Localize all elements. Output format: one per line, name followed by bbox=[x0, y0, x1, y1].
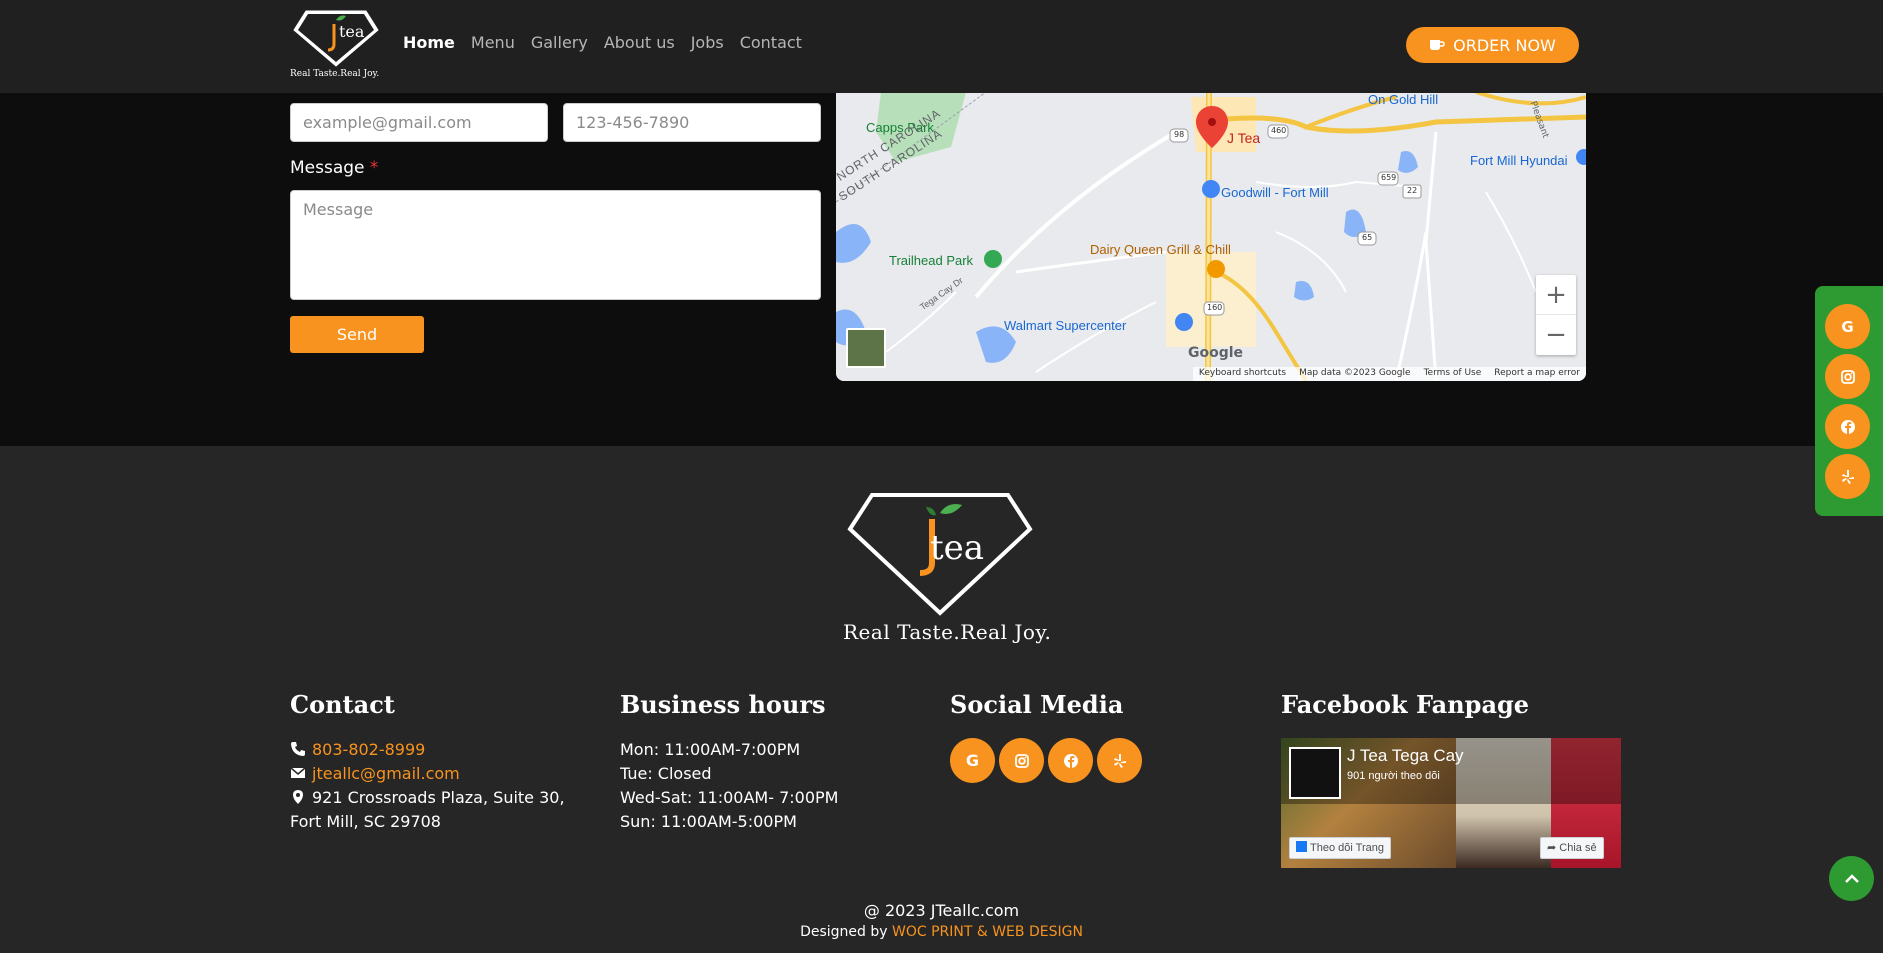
map-marker-icon bbox=[293, 790, 303, 804]
social-media-icons: G bbox=[950, 738, 1142, 783]
terms-link[interactable]: Terms of Use bbox=[1424, 368, 1482, 380]
facebook-fanpage-title: Facebook Fanpage bbox=[1281, 690, 1530, 719]
google-icon[interactable]: G bbox=[950, 738, 995, 783]
header-logo-tagline: Real Taste.Real Joy. bbox=[290, 69, 380, 79]
route-160: 160 bbox=[1207, 303, 1223, 312]
designer-link[interactable]: WOC PRINT & WEB DESIGN bbox=[892, 924, 1083, 940]
facebook-icon[interactable] bbox=[1825, 404, 1870, 449]
message-label: Message * bbox=[290, 158, 379, 178]
nav-about-us[interactable]: About us bbox=[604, 33, 675, 52]
email-field[interactable]: example@gmail.com bbox=[290, 103, 548, 142]
nav-gallery[interactable]: Gallery bbox=[531, 33, 588, 52]
designed-by: Designed by WOC PRINT & WEB DESIGN bbox=[800, 924, 1083, 940]
fb-follow-button[interactable]: Theo dõi Trang bbox=[1289, 837, 1391, 859]
contact-column: 803-802-8999 jteallc@gmail.com 921 Cross… bbox=[290, 738, 590, 834]
facebook-square-icon bbox=[1296, 841, 1307, 852]
send-button[interactable]: Send bbox=[290, 316, 424, 353]
hours-line: Tue: Closed bbox=[620, 764, 712, 783]
nav-contact[interactable]: Contact bbox=[740, 33, 802, 52]
fb-follower-count: 901 người theo dõi bbox=[1347, 770, 1440, 782]
route-22: 22 bbox=[1407, 186, 1418, 195]
route-659: 659 bbox=[1381, 173, 1397, 182]
map-canvas bbox=[836, 92, 1586, 381]
instagram-icon[interactable] bbox=[999, 738, 1044, 783]
footer-logo-tagline: Real Taste.Real Joy. bbox=[843, 620, 1052, 644]
map-label-jtea[interactable]: J Tea bbox=[1227, 130, 1260, 146]
instagram-icon[interactable] bbox=[1825, 354, 1870, 399]
fb-page-avatar[interactable] bbox=[1289, 747, 1341, 799]
fb-share-button[interactable]: ➦ Chia sẻ bbox=[1540, 837, 1604, 859]
route-65: 65 bbox=[1362, 233, 1373, 242]
keyboard-shortcuts-link[interactable]: Keyboard shortcuts bbox=[1199, 368, 1286, 380]
hours-line: Mon: 11:00AM-7:00PM bbox=[620, 740, 801, 759]
nav-home[interactable]: Home bbox=[403, 33, 455, 52]
business-hours-list: Mon: 11:00AM-7:00PM Tue: Closed Wed-Sat:… bbox=[620, 738, 930, 834]
order-now-button[interactable]: ORDER NOW bbox=[1406, 27, 1579, 63]
phone-field[interactable]: 123-456-7890 bbox=[563, 103, 821, 142]
chevron-up-icon bbox=[1844, 873, 1859, 883]
report-error-link[interactable]: Report a map error bbox=[1494, 368, 1580, 380]
contact-title: Contact bbox=[290, 690, 395, 719]
route-460: 460 bbox=[1271, 126, 1287, 135]
phone-icon bbox=[291, 742, 305, 756]
nav-menu[interactable]: Menu bbox=[471, 33, 515, 52]
business-hours-title: Business hours bbox=[620, 690, 826, 719]
nav-jobs[interactable]: Jobs bbox=[691, 33, 724, 52]
message-field[interactable]: Message bbox=[290, 190, 821, 300]
envelope-icon bbox=[290, 767, 306, 778]
contact-email-link[interactable]: jteallc@gmail.com bbox=[312, 764, 460, 783]
required-marker: * bbox=[369, 158, 379, 178]
map-footer: Keyboard shortcuts Map data ©2023 Google… bbox=[1192, 367, 1586, 381]
site-header: tea Real Taste.Real Joy. Home Menu Galle… bbox=[0, 0, 1883, 93]
footer-logo-text: tea bbox=[930, 528, 985, 568]
yelp-icon[interactable] bbox=[1097, 738, 1142, 783]
map-data-text: Map data ©2023 Google bbox=[1299, 368, 1411, 378]
route-98: 98 bbox=[1174, 130, 1185, 139]
contact-address: 921 Crossroads Plaza, Suite 30, Fort Mil… bbox=[290, 788, 565, 831]
main-nav: Home Menu Gallery About us Jobs Contact bbox=[403, 33, 802, 52]
hours-line: Sun: 11:00AM-5:00PM bbox=[620, 812, 797, 831]
facebook-page-widget[interactable]: J Tea Tega Cay 901 người theo dõi Theo d… bbox=[1281, 738, 1621, 868]
hours-line: Wed-Sat: 11:00AM- 7:00PM bbox=[620, 788, 839, 807]
fb-page-name[interactable]: J Tea Tega Cay bbox=[1347, 746, 1464, 766]
coffee-cup-icon bbox=[1430, 40, 1445, 50]
yelp-icon[interactable] bbox=[1825, 454, 1870, 499]
map-label-gold-hill: On Gold Hill bbox=[1368, 92, 1439, 107]
back-to-top-button[interactable] bbox=[1829, 856, 1874, 901]
map-label-hyundai: Fort Mill Hyundai bbox=[1470, 153, 1568, 168]
contact-email-row: jteallc@gmail.com bbox=[290, 762, 590, 786]
order-now-label: ORDER NOW bbox=[1453, 35, 1556, 55]
google-icon[interactable]: G bbox=[1825, 304, 1870, 349]
map-label-dairy: Dairy Queen Grill & Chill bbox=[1090, 242, 1231, 257]
share-arrow-icon: ➦ bbox=[1547, 842, 1560, 854]
satellite-toggle[interactable] bbox=[846, 328, 886, 368]
header-logo-text: tea bbox=[339, 22, 365, 41]
copyright: @ 2023 JTeallc.com bbox=[863, 901, 1020, 920]
contact-address-row: 921 Crossroads Plaza, Suite 30, Fort Mil… bbox=[290, 786, 590, 834]
zoom-in-button[interactable]: + bbox=[1536, 275, 1576, 315]
facebook-icon[interactable] bbox=[1048, 738, 1093, 783]
floating-social-bar: G bbox=[1815, 286, 1883, 516]
google-logo: Google bbox=[1188, 345, 1244, 361]
contact-phone-row: 803-802-8999 bbox=[290, 738, 590, 762]
google-map[interactable]: J Tea Capps Park On Gold Hill Fort Mill … bbox=[836, 92, 1586, 381]
zoom-out-button[interactable]: − bbox=[1536, 315, 1576, 355]
map-zoom-control: + − bbox=[1536, 275, 1576, 355]
map-label-goodwill: Goodwill - Fort Mill bbox=[1221, 185, 1329, 200]
map-label-trailhead: Trailhead Park bbox=[889, 253, 974, 268]
social-media-title: Social Media bbox=[950, 690, 1124, 719]
map-label-walmart: Walmart Supercenter bbox=[1004, 318, 1127, 333]
contact-phone-link[interactable]: 803-802-8999 bbox=[312, 740, 425, 759]
